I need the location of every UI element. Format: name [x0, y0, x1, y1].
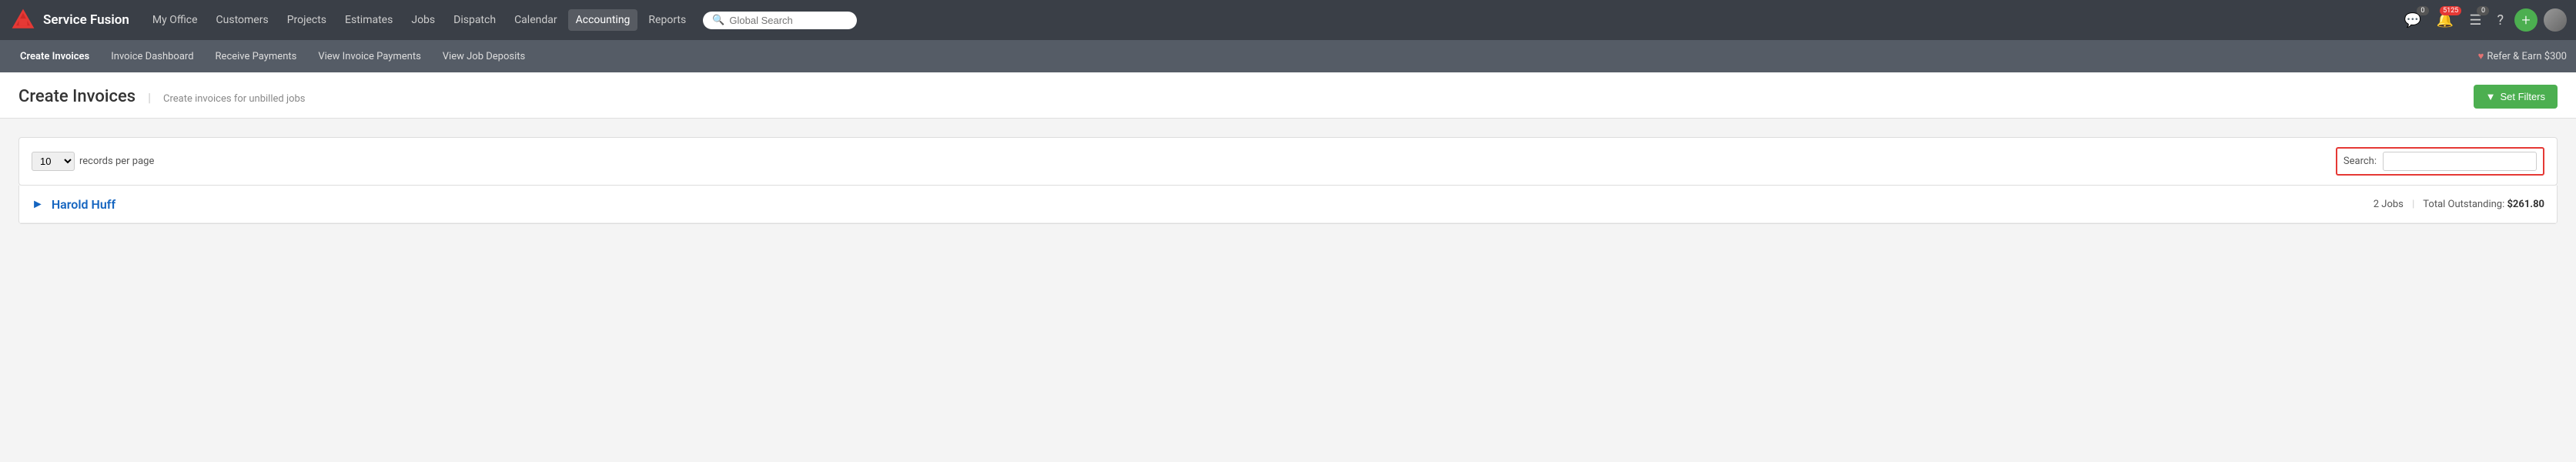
global-search-input[interactable] [729, 15, 848, 26]
logo-area[interactable]: Service Fusion [9, 6, 129, 34]
set-filters-label: Set Filters [2500, 91, 2545, 102]
outstanding-value: $261.80 [2507, 199, 2544, 210]
nav-item-customers[interactable]: Customers [209, 9, 276, 31]
records-per-page-label: records per page [79, 156, 154, 167]
search-icon: 🔍 [712, 15, 724, 26]
nav-item-jobs[interactable]: Jobs [403, 9, 443, 31]
page-title: Create Invoices [18, 87, 135, 106]
top-navigation: Service Fusion My Office Customers Proje… [0, 0, 2576, 40]
nav-item-dispatch[interactable]: Dispatch [446, 9, 503, 31]
add-button[interactable]: + [2514, 8, 2538, 32]
jobs-count: 2 Jobs [2374, 199, 2404, 210]
table-controls: 10 25 50 100 records per page Search: [18, 137, 2558, 186]
nav-item-estimates[interactable]: Estimates [337, 9, 400, 31]
table-row: ► Harold Huff 2 Jobs | Total Outstanding… [19, 186, 2557, 223]
subnav-view-job-deposits[interactable]: View Job Deposits [432, 46, 536, 67]
avatar-image [2544, 8, 2567, 32]
nav-item-calendar[interactable]: Calendar [507, 9, 565, 31]
global-search-box[interactable]: 🔍 [703, 12, 857, 29]
row-separator: | [2412, 199, 2414, 210]
page-subtitle: Create invoices for unbilled jobs [163, 93, 306, 105]
nav-item-projects[interactable]: Projects [279, 9, 334, 31]
row-right: 2 Jobs | Total Outstanding: $261.80 [2374, 199, 2544, 210]
customer-name[interactable]: Harold Huff [52, 197, 115, 212]
help-button[interactable]: ? [2492, 9, 2508, 32]
heart-icon: ♥ [2478, 50, 2484, 62]
page-header: Create Invoices | Create invoices for un… [0, 72, 2576, 119]
main-content: 10 25 50 100 records per page Search: ► … [0, 119, 2576, 243]
refer-earn-label: Refer & Earn $300 [2487, 51, 2567, 62]
page-title-area: Create Invoices | Create invoices for un… [18, 87, 306, 106]
logo-text: Service Fusion [43, 12, 129, 28]
table-search-area: Search: [2336, 147, 2544, 176]
search-label: Search: [2343, 156, 2377, 167]
nav-item-reports[interactable]: Reports [641, 9, 694, 31]
sub-navigation: Create Invoices Invoice Dashboard Receiv… [0, 40, 2576, 72]
filter-icon: ▼ [2486, 91, 2496, 102]
avatar[interactable] [2544, 8, 2567, 32]
refer-earn-button[interactable]: ♥ Refer & Earn $300 [2478, 50, 2567, 62]
records-per-page-area: 10 25 50 100 records per page [32, 152, 154, 171]
subnav-receive-payments[interactable]: Receive Payments [205, 46, 308, 67]
table-search-input[interactable] [2383, 152, 2537, 171]
expand-icon[interactable]: ► [32, 196, 44, 212]
sub-nav-right: ♥ Refer & Earn $300 [2478, 50, 2567, 62]
subnav-create-invoices[interactable]: Create Invoices [9, 46, 100, 67]
subnav-invoice-dashboard[interactable]: Invoice Dashboard [100, 46, 204, 67]
nav-item-myoffice[interactable]: My Office [145, 9, 206, 31]
page-divider: | [148, 90, 151, 105]
logo-icon [9, 6, 37, 34]
menu-button[interactable]: ☰ 0 [2464, 9, 2486, 32]
data-table: ► Harold Huff 2 Jobs | Total Outstanding… [18, 186, 2558, 224]
notifications-badge: 5125 [2440, 6, 2461, 15]
nav-item-accounting[interactable]: Accounting [568, 9, 638, 31]
set-filters-button[interactable]: ▼ Set Filters [2474, 85, 2558, 109]
outstanding-label: Total Outstanding: [2423, 199, 2504, 210]
records-per-page-select[interactable]: 10 25 50 100 [32, 152, 75, 171]
chat-button[interactable]: 💬 0 [2400, 9, 2426, 32]
notifications-button[interactable]: 🔔 5125 [2432, 9, 2458, 32]
row-left: ► Harold Huff [32, 196, 115, 212]
menu-badge: 0 [2477, 6, 2489, 15]
chat-badge: 0 [2417, 6, 2429, 15]
nav-right-actions: 💬 0 🔔 5125 ☰ 0 ? + [2400, 8, 2568, 32]
subnav-view-invoice-payments[interactable]: View Invoice Payments [307, 46, 431, 67]
